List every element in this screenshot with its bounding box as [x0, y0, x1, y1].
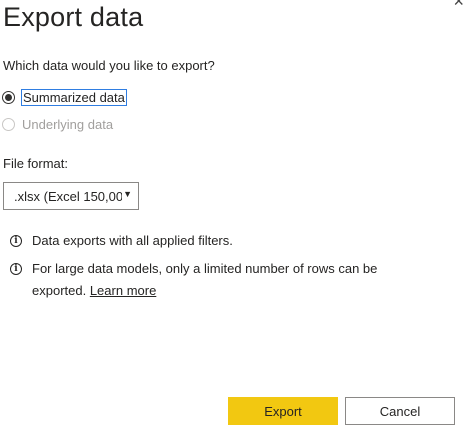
info-note-text: For large data models, only a limited nu…	[32, 261, 378, 298]
export-data-dialog: Export data × Which data would you like …	[0, 0, 474, 440]
learn-more-link[interactable]: Learn more	[90, 283, 156, 298]
info-icon: i	[10, 235, 22, 247]
radio-label-summarized: Summarized data	[21, 89, 127, 106]
info-icon: i	[10, 263, 22, 275]
info-note-text: Data exports with all applied filters.	[32, 233, 233, 248]
export-question: Which data would you like to export?	[3, 58, 215, 73]
radio-summarized-data[interactable]: Summarized data	[2, 89, 127, 106]
info-note-filters: i Data exports with all applied filters.	[10, 230, 392, 252]
info-note-large-models: i For large data models, only a limited …	[10, 258, 392, 302]
radio-label-underlying: Underlying data	[22, 117, 114, 132]
info-note-text-with-link: For large data models, only a limited nu…	[32, 258, 392, 302]
file-format-label: File format:	[3, 156, 69, 171]
chevron-down-icon: ▼	[123, 189, 132, 199]
cancel-button[interactable]: Cancel	[345, 397, 455, 425]
file-format-value: .xlsx (Excel 150,000	[14, 188, 122, 204]
export-button[interactable]: Export	[228, 397, 338, 425]
file-format-select[interactable]: .xlsx (Excel 150,000 ▼	[3, 182, 139, 210]
radio-underlying-data[interactable]: Underlying data	[2, 117, 113, 132]
dialog-title: Export data	[3, 2, 144, 32]
radio-button-unselected-icon[interactable]	[2, 118, 15, 131]
close-icon[interactable]: ×	[453, 0, 464, 10]
radio-button-selected-icon[interactable]	[2, 91, 15, 104]
